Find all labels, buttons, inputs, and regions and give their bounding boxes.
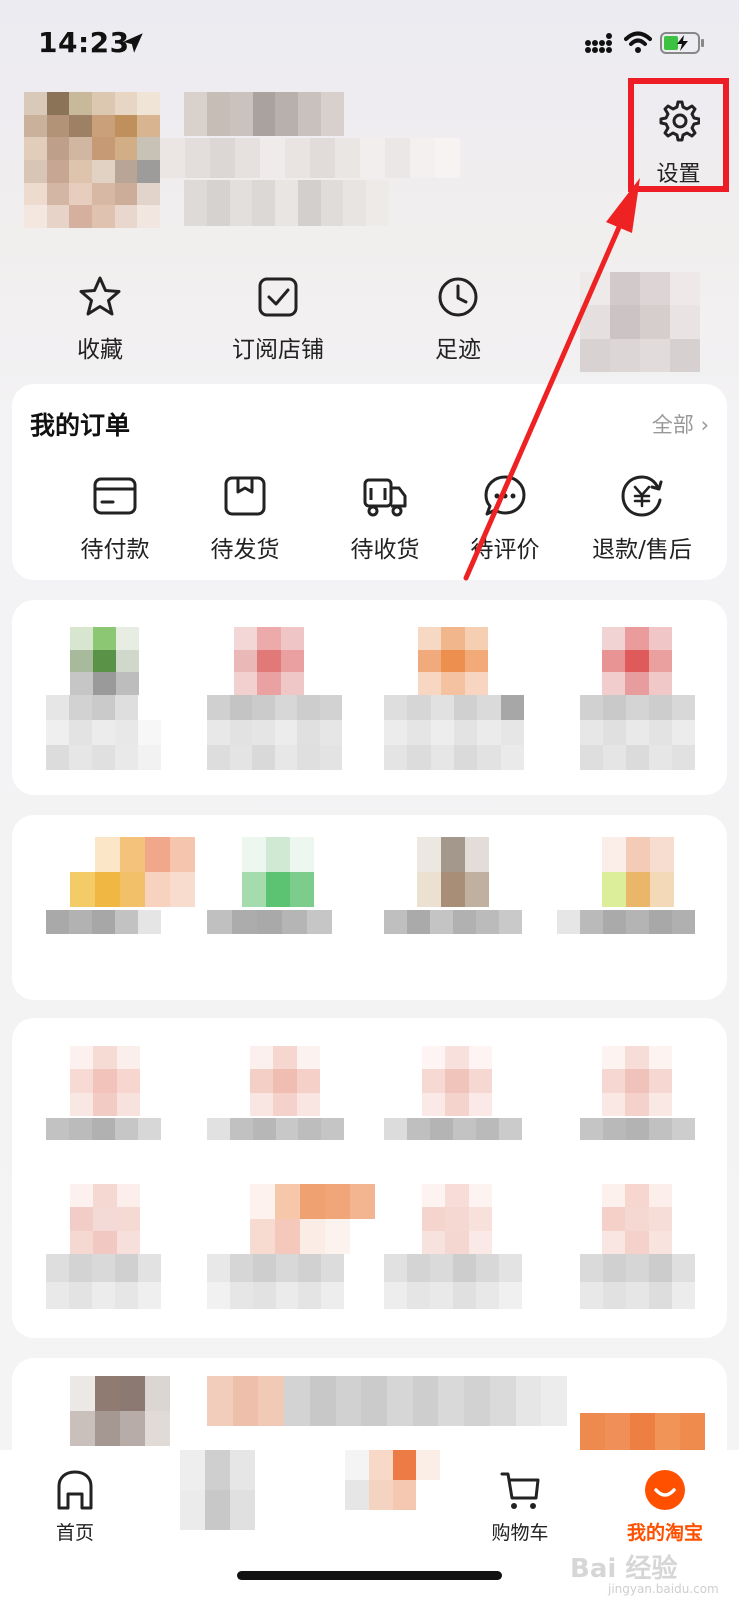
blurred-product-image[interactable]: [250, 1046, 320, 1116]
blurred-product-image[interactable]: [70, 1376, 170, 1446]
blurred-product-text: [46, 910, 161, 934]
user-info: [160, 138, 460, 178]
blurred-product-image[interactable]: [70, 1184, 140, 1254]
watermark-url: jingyan.baidu.com: [608, 1582, 719, 1596]
wifi-icon: [624, 31, 652, 53]
blurred-product-text: [580, 1118, 695, 1140]
watermark-logo: Bai 经验: [570, 1554, 678, 1584]
order-label: 待发货: [210, 537, 280, 563]
location-arrow-icon: [123, 33, 143, 53]
tab-label: 首页: [55, 1522, 94, 1544]
status-time: 14:23: [38, 26, 130, 59]
username: [184, 92, 344, 136]
blurred-product-image[interactable]: [602, 1046, 672, 1116]
blurred-product-text: [580, 1254, 695, 1309]
blurred-product-card-2[interactable]: [12, 815, 727, 1000]
blurred-product-text: [557, 910, 695, 934]
order-label: 退款/售后: [592, 537, 692, 563]
settings-label: 设置: [656, 162, 701, 187]
blurred-product-image[interactable]: [418, 627, 488, 695]
tab-label: 我的淘宝: [626, 1522, 703, 1544]
blurred-product-image[interactable]: [70, 837, 195, 907]
blurred-product-text: [207, 695, 342, 770]
blurred-product-text: [46, 1118, 161, 1140]
orders-title: 我的订单: [30, 411, 131, 440]
orders-all-link[interactable]: 全部 ›: [652, 409, 709, 439]
checkbox-icon: [258, 277, 298, 317]
chat-icon: [484, 475, 526, 516]
order-refund-aftersales[interactable]: 退款/售后: [572, 472, 712, 564]
order-pending-payment[interactable]: 待付款: [62, 472, 168, 564]
blurred-product-text: [384, 910, 522, 934]
star-icon: [79, 276, 121, 316]
tab-label: 购物车: [491, 1522, 549, 1544]
order-pending-review[interactable]: 待评价: [452, 472, 558, 564]
quick-link-footprints[interactable]: 足迹: [373, 268, 543, 364]
quick-link-label: 订阅店铺: [232, 337, 324, 363]
signal-icon: [585, 33, 612, 53]
tab-my-taobao[interactable]: 我的淘宝: [615, 1468, 715, 1545]
order-label: 待收货: [350, 537, 420, 563]
blurred-product-text: [46, 695, 161, 770]
quick-link-label: 收藏: [77, 337, 123, 363]
blurred-product-image[interactable]: [234, 627, 304, 695]
blurred-product-text: [384, 695, 524, 770]
order-label: 待付款: [80, 537, 150, 563]
blurred-product-price: [580, 1413, 705, 1453]
blurred-overlay: [180, 1450, 255, 1530]
blurred-product-image[interactable]: [602, 627, 672, 695]
blurred-overlay: [345, 1450, 440, 1510]
card-icon: [93, 477, 137, 515]
blurred-product-text: [207, 910, 332, 934]
blurred-product-text: [384, 1254, 522, 1309]
blurred-product-text: [207, 1254, 344, 1309]
blurred-product-card-3[interactable]: [12, 1018, 727, 1338]
blurred-product-text: [207, 1376, 567, 1426]
user-level: [184, 180, 389, 226]
order-label: 待评价: [470, 537, 540, 563]
blurred-product-card-1[interactable]: [12, 600, 727, 795]
tab-home[interactable]: 首页: [40, 1468, 110, 1545]
blurred-product-text: [46, 1254, 161, 1309]
order-pending-receipt[interactable]: 待收货: [332, 472, 438, 564]
blurred-product-text: [207, 1118, 344, 1140]
blurred-product-image[interactable]: [242, 837, 314, 907]
blurred-product-image[interactable]: [422, 1046, 492, 1116]
battery-charging-icon: [660, 32, 704, 54]
blurred-product-text: [384, 1118, 522, 1140]
avatar[interactable]: [24, 92, 160, 228]
blurred-product-image[interactable]: [70, 1046, 140, 1116]
blurred-product-image[interactable]: [422, 1184, 492, 1254]
truck-icon: [363, 478, 407, 517]
status-bar: 14:23: [0, 0, 739, 90]
gear-icon: [659, 100, 700, 142]
blurred-product-image[interactable]: [70, 627, 139, 695]
yuan-refund-icon: [621, 475, 663, 517]
home-indicator[interactable]: [237, 1571, 502, 1580]
orders-card: 我的订单 全部 › 待付款 待发货 待收货 待评价 退款/售后: [12, 384, 727, 580]
blurred-product-image[interactable]: [417, 837, 489, 907]
blurred-product-image[interactable]: [602, 1184, 672, 1254]
blurred-promo[interactable]: [580, 272, 700, 372]
tab-cart[interactable]: 购物车: [470, 1468, 570, 1545]
clock-icon: [438, 277, 478, 317]
quick-links: 收藏 订阅店铺 足迹: [0, 268, 560, 368]
quick-link-favorites[interactable]: 收藏: [15, 268, 185, 364]
blurred-product-text: [580, 695, 695, 770]
order-pending-shipment[interactable]: 待发货: [192, 472, 298, 564]
package-icon: [224, 476, 266, 516]
my-taobao-icon: [645, 1470, 685, 1510]
quick-link-label: 足迹: [435, 337, 481, 363]
settings-button[interactable]: 设置: [628, 78, 729, 192]
blurred-product-image[interactable]: [602, 837, 674, 907]
cart-icon: [500, 1472, 540, 1509]
blurred-product-image[interactable]: [250, 1184, 375, 1254]
home-icon: [57, 1470, 93, 1510]
quick-link-subscribed-shops[interactable]: 订阅店铺: [193, 268, 363, 364]
